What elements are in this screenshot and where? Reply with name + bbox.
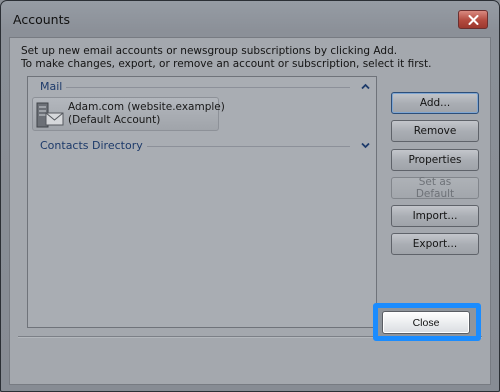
account-default-tag: (Default Account) [68, 114, 161, 126]
window-close-button[interactable] [458, 10, 488, 29]
export-button[interactable]: Export... [391, 233, 479, 255]
title-bar: Accounts [1, 1, 499, 37]
window-title: Accounts [13, 12, 70, 27]
chevron-down-icon[interactable] [360, 139, 370, 151]
account-name: Adam.com (website.example) [68, 101, 225, 113]
add-button[interactable]: Add... [391, 92, 479, 114]
group-divider [42, 87, 350, 88]
set-as-default-button[interactable]: Set as Default [391, 176, 479, 200]
instructions-text: Set up new email accounts or newsgroup s… [21, 45, 432, 71]
mail-server-icon [36, 102, 64, 128]
group-header-mail[interactable]: Mail [28, 79, 376, 95]
accounts-dialog: Accounts Set up new email accounts or ne… [0, 0, 500, 392]
account-label: Adam.com (website.example) (Default Acco… [68, 101, 225, 127]
close-icon [468, 14, 478, 25]
import-button[interactable]: Import... [391, 205, 479, 227]
group-header-contacts-directory[interactable]: Contacts Directory [28, 138, 376, 154]
group-title-contacts-directory: Contacts Directory [40, 139, 147, 152]
group-title-mail: Mail [40, 80, 67, 93]
account-item[interactable]: Adam.com (website.example) (Default Acco… [32, 97, 225, 131]
instructions-line-2: To make changes, export, or remove an ac… [21, 58, 432, 70]
properties-button[interactable]: Properties [391, 149, 479, 171]
chevron-up-icon[interactable] [360, 80, 370, 92]
accounts-list[interactable]: Mail Adam.com (website.example) (Default… [27, 76, 377, 328]
close-button[interactable]: Close [382, 311, 470, 334]
instructions-line-1: Set up new email accounts or newsgroup s… [21, 45, 398, 57]
remove-button[interactable]: Remove [391, 120, 479, 142]
